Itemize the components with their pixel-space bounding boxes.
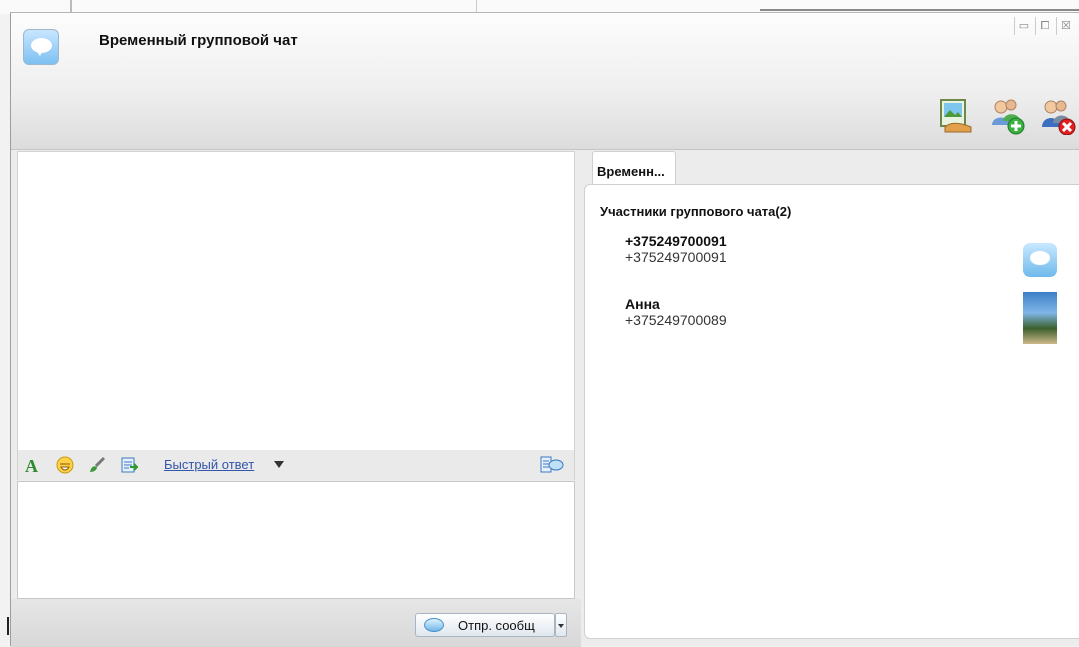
font-color-icon[interactable]: A — [24, 456, 42, 474]
background-window-edge-right — [760, 9, 1079, 11]
send-button-label: Отпр. сообщ — [458, 617, 535, 633]
minimize-button[interactable]: ▭ — [1014, 17, 1033, 35]
members-title: Участники группового чата(2) — [600, 204, 792, 219]
beach-photo-avatar — [1023, 292, 1057, 344]
quick-reply-dropdown-icon[interactable] — [274, 461, 284, 468]
send-bar: Отпр. сообщ — [11, 599, 581, 647]
remove-members-icon[interactable] — [1039, 97, 1077, 135]
quick-reply-icon[interactable] — [120, 456, 138, 474]
quick-reply-link[interactable]: Быстрый ответ — [164, 457, 254, 472]
message-history-area[interactable] — [17, 151, 575, 451]
window-header: Временный групповой чат ▭ ⧠ ☒ — [11, 13, 1079, 150]
send-bubble-icon — [424, 618, 444, 632]
member-number: +375249700089 — [625, 312, 727, 328]
text-cursor — [7, 617, 9, 635]
member-name: +375249700091 — [625, 233, 727, 249]
tab-temporary-chat[interactable]: Временн... — [592, 151, 676, 185]
svg-text:A: A — [25, 456, 38, 474]
members-panel-body: Участники группового чата(2) +3752497000… — [584, 184, 1079, 639]
member-name: Анна — [625, 296, 660, 312]
share-picture-icon[interactable] — [937, 97, 975, 135]
send-options-dropdown[interactable] — [555, 613, 567, 637]
add-members-icon[interactable] — [989, 97, 1027, 135]
emoticon-icon[interactable] — [56, 456, 74, 474]
maximize-button[interactable]: ⧠ — [1035, 17, 1054, 35]
message-input[interactable] — [17, 481, 575, 599]
members-panel: Временн... Участники группового чата(2) … — [584, 151, 1079, 641]
close-button[interactable]: ☒ — [1056, 17, 1075, 35]
member-item[interactable]: Анна +375249700089 — [625, 292, 1065, 350]
member-item[interactable]: +375249700091 +375249700091 — [625, 233, 1065, 287]
window-title: Временный групповой чат — [99, 32, 298, 49]
brush-icon[interactable] — [88, 456, 106, 474]
chat-bubble-avatar — [1023, 243, 1057, 277]
history-icon[interactable] — [540, 456, 564, 474]
group-chat-window: Временный групповой чат ▭ ⧠ ☒ A Быстрый … — [10, 12, 1079, 647]
chat-app-icon — [23, 29, 59, 65]
window-controls: ▭ ⧠ ☒ — [1014, 17, 1075, 35]
format-toolbar: A Быстрый ответ — [17, 450, 575, 480]
send-message-button[interactable]: Отпр. сообщ — [415, 613, 555, 637]
member-number: +375249700091 — [625, 249, 727, 265]
